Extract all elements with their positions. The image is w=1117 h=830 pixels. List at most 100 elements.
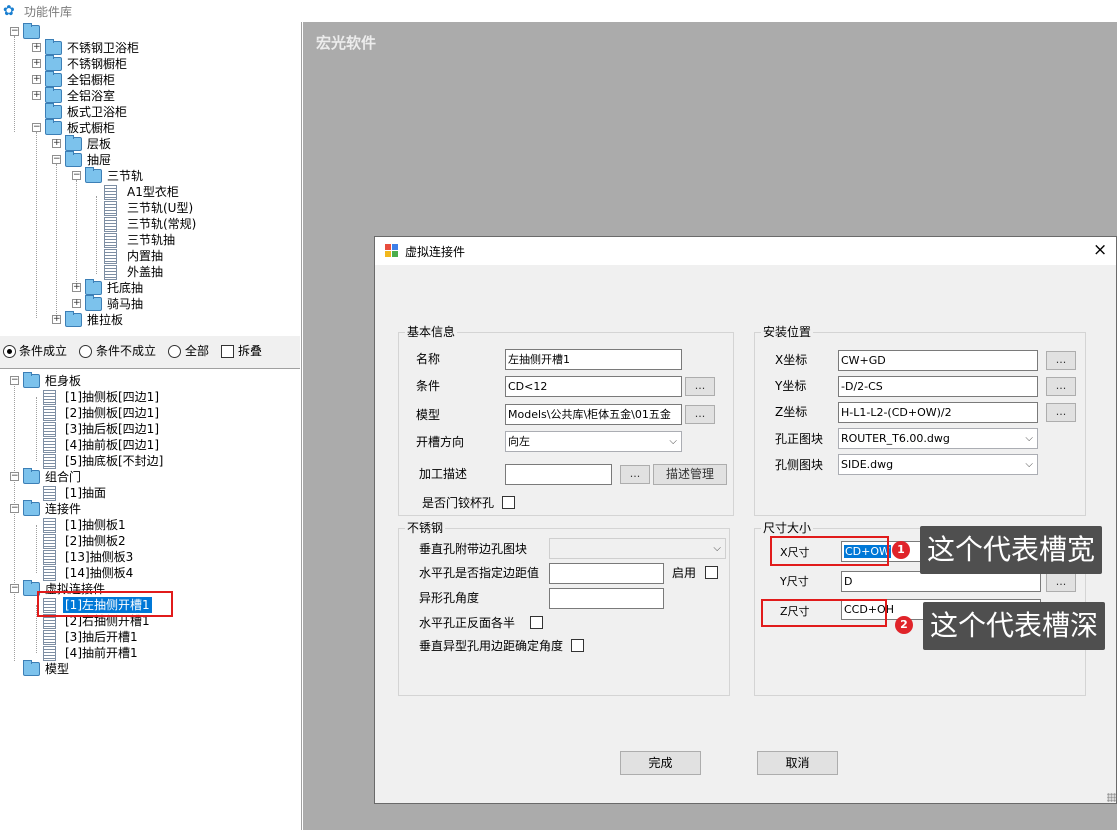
file-icon [104,185,117,200]
folder-icon [65,135,82,151]
condition-browse-button[interactable]: ... [685,377,715,396]
vertical-block-select[interactable]: ⌵ [549,538,726,559]
x-coord-field[interactable]: CW+GD [838,350,1038,371]
folder-icon [45,87,62,103]
vertical-angle-checkbox[interactable] [571,639,584,652]
radio-condition-false[interactable] [79,345,92,358]
folder-icon [65,151,82,167]
file-icon [43,518,56,533]
folder-icon [23,660,40,676]
y-size-browse-button[interactable]: ... [1046,573,1076,592]
file-icon [104,217,117,232]
cancel-button[interactable]: 取消 [757,751,838,775]
process-browse-button[interactable]: ... [620,465,650,484]
file-icon [43,454,56,469]
expand-icon[interactable]: + [32,91,41,100]
expand-icon[interactable]: + [72,283,81,292]
virtual-connector-dialog: 虚拟连接件 × 基本信息 名称 左抽侧开槽1 条件 CD<12 ... 模型 M… [374,236,1117,804]
folder-icon [23,23,40,39]
collapse-icon[interactable]: − [10,584,19,593]
y-coord-field[interactable]: -D/2-CS [838,376,1038,397]
expand-icon[interactable]: + [32,75,41,84]
annotation-callout-1: 这个代表槽宽 [920,526,1103,574]
chevron-down-icon: ⌵ [1025,459,1033,470]
collapse-checkbox[interactable] [221,345,234,358]
folder-icon [45,55,62,71]
desc-manage-button[interactable]: 描述管理 [653,464,727,485]
front-block-select[interactable]: ROUTER_T6.00.dwg ⌵ [838,428,1038,449]
model-field[interactable]: Models\公共库\柜体五金\01五金 [505,404,682,425]
form-icon [385,244,398,257]
file-icon [104,265,117,280]
folder-icon [85,295,102,311]
y-coord-browse-button[interactable]: ... [1046,377,1076,396]
collapse-icon[interactable]: − [10,472,19,481]
finish-button[interactable]: 完成 [620,751,701,775]
install-position-group: 安装位置 X坐标 CW+GD ... Y坐标 -D/2-CS ... Z坐标 H… [754,325,1086,516]
chevron-down-icon: ⌵ [669,436,677,447]
file-icon [43,550,56,565]
annotation-badge-2: 2 [895,616,913,634]
enable-checkbox[interactable] [705,566,718,579]
folder-icon [85,279,102,295]
highlight-box [37,591,173,617]
collapse-icon[interactable]: − [10,376,19,385]
part-tree[interactable]: − 柜身板 [1]抽侧板[四边1] [2]抽侧板[四边1] [3]抽后板[四边1… [0,368,300,830]
side-block-select[interactable]: SIDE.dwg ⌵ [838,454,1038,475]
folder-icon [45,39,62,55]
brand-label: 宏光软件 [316,34,377,52]
library-tree[interactable]: − + 不锈钢卫浴柜 + 不锈钢橱柜 + 全铝橱柜 + 全铝浴室 板式卫浴柜 −… [0,22,300,336]
expand-icon[interactable]: + [32,59,41,68]
filter-bar: 条件成立 条件不成立 全部 拆叠 [0,336,300,368]
process-field[interactable] [505,464,612,485]
collapse-icon[interactable]: − [72,171,81,180]
expand-icon[interactable]: + [72,299,81,308]
collapse-icon[interactable]: − [52,155,61,164]
slot-direction-select[interactable]: 向左 ⌵ [505,431,682,452]
half-each-side-checkbox[interactable] [530,616,543,629]
chevron-down-icon: ⌵ [1025,433,1033,444]
folder-icon [65,311,82,327]
name-field[interactable]: 左抽侧开槽1 [505,349,682,370]
basic-info-group: 基本信息 名称 左抽侧开槽1 条件 CD<12 ... 模型 Models\公共… [398,325,734,516]
folder-icon [23,468,40,484]
folder-icon [23,500,40,516]
chevron-down-icon: ⌵ [713,543,721,554]
annotation-callout-2: 这个代表槽深 [923,602,1106,650]
file-icon [43,534,56,549]
x-coord-browse-button[interactable]: ... [1046,351,1076,370]
file-icon [43,438,56,453]
expand-icon[interactable]: + [52,315,61,324]
resize-grip-icon[interactable] [1107,793,1116,802]
expand-icon[interactable]: + [32,43,41,52]
folder-icon [45,71,62,87]
z-coord-browse-button[interactable]: ... [1046,403,1076,422]
stainless-steel-group: 不锈钢 垂直孔附带边孔图块 ⌵ 水平孔是否指定边距值 启用 异形孔角度 水平孔正… [398,521,730,696]
file-icon [43,486,56,501]
collapse-icon[interactable]: − [32,123,41,132]
window-title: 功能件库 [24,5,73,19]
model-browse-button[interactable]: ... [685,405,715,424]
file-icon [104,233,117,248]
file-icon [43,422,56,437]
file-icon [104,201,117,216]
collapse-icon[interactable]: − [10,504,19,513]
file-icon [43,566,56,581]
condition-field[interactable]: CD<12 [505,376,682,397]
radio-condition-true[interactable] [3,345,16,358]
z-coord-field[interactable]: H-L1-L2-(CD+OW)/2 [838,402,1038,423]
file-icon [104,249,117,264]
app-gear-icon: ✿ [3,3,15,19]
expand-icon[interactable]: + [52,139,61,148]
horizontal-margin-field[interactable] [549,563,664,584]
folder-icon [85,167,102,183]
left-panel: − + 不锈钢卫浴柜 + 不锈钢橱柜 + 全铝橱柜 + 全铝浴室 板式卫浴柜 −… [0,22,302,830]
file-icon [43,390,56,405]
hinge-hole-checkbox[interactable] [502,496,515,509]
shape-angle-field[interactable] [549,588,664,609]
close-icon[interactable]: × [1093,240,1107,260]
collapse-icon[interactable]: − [10,27,19,36]
y-size-field[interactable]: D [841,571,1041,592]
radio-all[interactable] [168,345,181,358]
folder-icon [23,372,40,388]
